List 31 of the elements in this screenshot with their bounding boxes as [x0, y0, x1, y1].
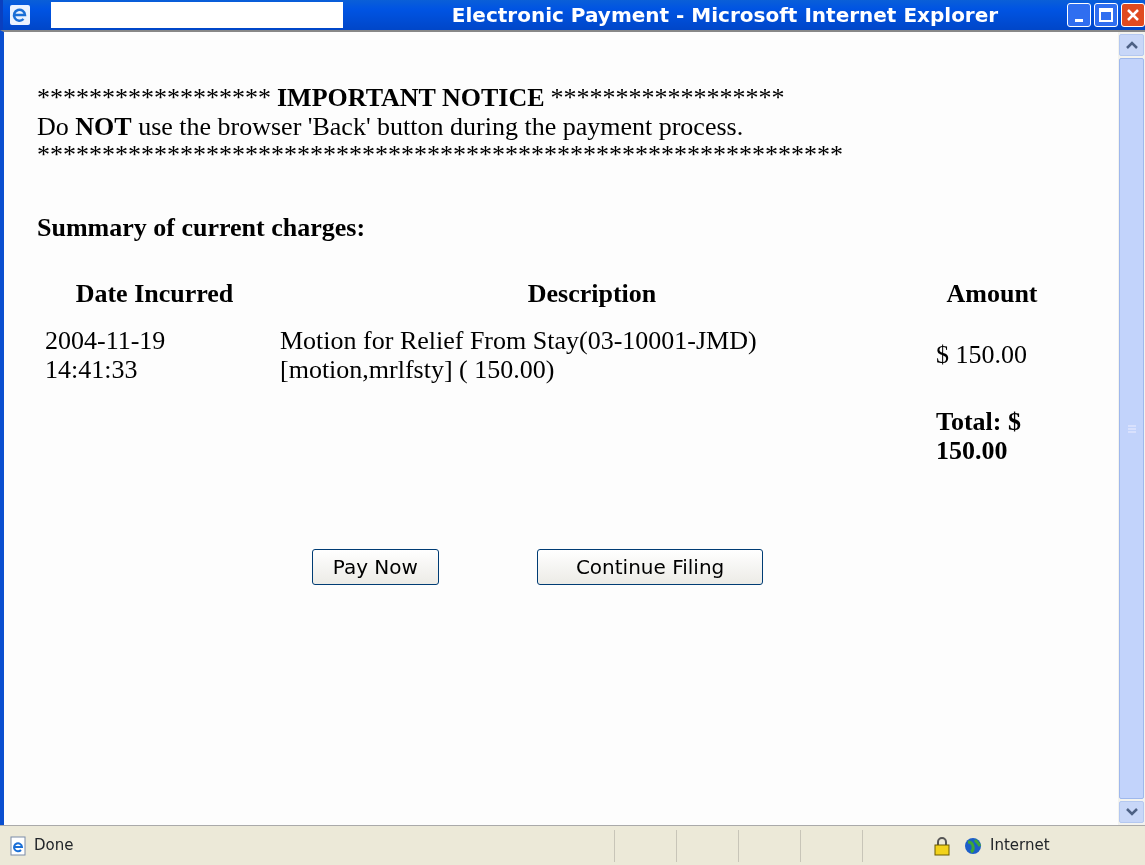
scroll-down-button[interactable]: [1119, 801, 1144, 823]
pay-now-button[interactable]: Pay Now: [311, 549, 439, 586]
notice-heading: IMPORTANT NOTICE: [277, 84, 545, 113]
page-icon: [8, 835, 28, 856]
window-title: Electronic Payment - Microsoft Internet Explorer: [450, 2, 1000, 29]
notice-message: Do NOT use the browser 'Back' button during the payment process.: [37, 111, 744, 141]
close-icon: [1126, 8, 1140, 22]
total-amount: Total: $ 150.00: [936, 408, 1022, 466]
continue-filing-button[interactable]: Continue Filing: [536, 549, 764, 586]
scrollbar-thumb[interactable]: [1119, 58, 1144, 799]
amount-cell-text: $ 150.00: [936, 341, 1028, 370]
minimize-button[interactable]: [1067, 3, 1091, 27]
column-header: Description: [527, 279, 657, 309]
globe-icon: [964, 836, 982, 855]
column-header: Amount: [946, 279, 1038, 309]
status-text: Done: [34, 835, 75, 857]
description-cell-text: Motion for Relief From Stay(03-10001-JMD) [motion,mrlfsty] ( 150.00): [280, 326, 758, 385]
summary-heading: Summary of current charges:: [37, 212, 366, 242]
browser-logo-icon: [9, 4, 31, 26]
close-button[interactable]: [1121, 3, 1145, 27]
lock-icon: [934, 835, 950, 856]
column-header: Date Incurred: [75, 279, 234, 309]
maximize-icon: [1099, 8, 1113, 22]
asterisk-line: **************************************************************: [37, 140, 843, 170]
scroll-up-button[interactable]: [1119, 34, 1144, 56]
date-cell-text: 2004-11-19 14:41:33: [45, 326, 167, 385]
maximize-button[interactable]: [1094, 3, 1118, 27]
minimize-icon: [1075, 18, 1083, 22]
asterisk-line: ******************: [550, 84, 785, 113]
asterisk-line: ******************: [37, 84, 271, 113]
zone-text: Internet: [990, 835, 1050, 857]
